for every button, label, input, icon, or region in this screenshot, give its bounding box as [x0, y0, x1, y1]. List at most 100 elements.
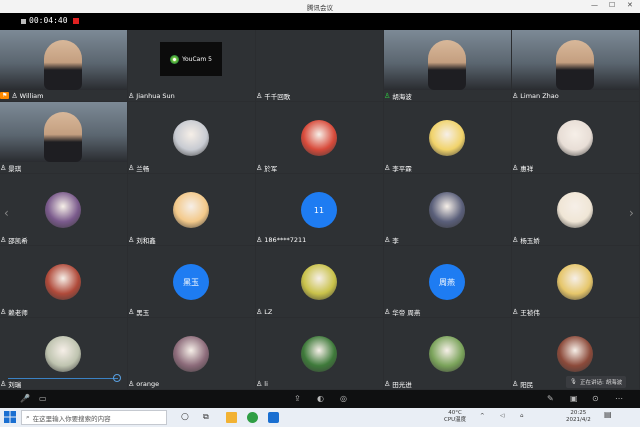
- participant-name: Jianhua Sun: [136, 91, 175, 100]
- participant-tile[interactable]: ♙ 赖老师: [0, 246, 127, 317]
- participant-namebar: ♙ 杨玉娇: [512, 234, 543, 245]
- participant-name: li: [264, 379, 268, 388]
- participant-name: 胡海波: [392, 92, 412, 101]
- mic-muted-icon: ♙: [512, 235, 519, 244]
- participant-name: 李平霖: [392, 164, 412, 173]
- participant-name: 阳民: [520, 380, 534, 389]
- participant-tile[interactable]: YouCam 5 ♙ Jianhua Sun: [128, 30, 255, 101]
- host-badge-icon: ⚑: [0, 92, 10, 99]
- network-icon[interactable]: ⌂: [520, 413, 524, 420]
- members-icon[interactable]: ◐: [317, 394, 324, 403]
- avatar: [429, 336, 465, 372]
- taskbar-search-box[interactable]: ⌕ 在这里输入你要搜索的内容: [21, 410, 167, 425]
- youcam-icon: [170, 54, 180, 64]
- mute-mic-icon[interactable]: 🎤: [20, 394, 30, 403]
- participant-name: 黑玉: [136, 308, 150, 317]
- notification-icon[interactable]: ▤: [604, 411, 612, 419]
- text-avatar: 11: [301, 192, 337, 228]
- tray-overflow-icon[interactable]: ^: [480, 413, 485, 420]
- participant-tile[interactable]: ♙ 兰畅: [128, 102, 255, 173]
- previous-page-icon[interactable]: ‹: [4, 206, 9, 220]
- participant-name: 王祯伟: [520, 308, 540, 317]
- task-view-icon[interactable]: ⧉: [203, 412, 214, 423]
- participant-tile[interactable]: ♙ LZ: [256, 246, 383, 317]
- participant-tile[interactable]: ♙ orange: [128, 318, 255, 389]
- participant-tile[interactable]: ♙ 杨玉娇: [512, 174, 639, 245]
- participant-tile[interactable]: 11 ♙ 186****7211: [256, 174, 383, 245]
- avatar: [429, 120, 465, 156]
- record-icon[interactable]: ⊙: [592, 394, 599, 403]
- participant-tile[interactable]: ♙ 胡海波: [384, 30, 511, 101]
- windows-taskbar: ⌕ 在这里输入你要搜索的内容 ○ ⧉ 40°C CPU温度 ^ ◁ ⌂ 20:2…: [0, 408, 640, 427]
- meeting-app-icon[interactable]: [268, 412, 279, 423]
- participant-namebar: ♙ Liman Zhao: [512, 90, 562, 101]
- participant-name: 田光进: [392, 380, 412, 389]
- browser-icon[interactable]: [247, 412, 258, 423]
- mic-muted-icon: ♙: [256, 91, 263, 100]
- avatar: [45, 336, 81, 372]
- search-icon: ⌕: [26, 413, 30, 421]
- participant-tile[interactable]: ⚑ ♙ William: [0, 30, 127, 101]
- participant-video: [512, 30, 639, 90]
- avatar: [173, 120, 209, 156]
- mic-muted-icon: ♙: [256, 235, 263, 244]
- minimize-icon[interactable]: —: [591, 1, 598, 9]
- participant-name: Liman Zhao: [520, 91, 559, 100]
- participant-name: 惠祥: [520, 164, 534, 173]
- participant-tile[interactable]: ♙ 千千回歌: [256, 30, 383, 101]
- more-icon[interactable]: ⋯: [615, 394, 623, 403]
- participant-namebar: ♙ Jianhua Sun: [128, 90, 178, 101]
- participant-tile[interactable]: ♙ Liman Zhao: [512, 30, 639, 101]
- windows-start-icon[interactable]: [4, 411, 16, 423]
- mic-muted-icon: ♙: [0, 235, 7, 244]
- participant-namebar: ♙ li: [256, 378, 271, 389]
- participant-tile[interactable]: 黑玉 ♙ 黑玉: [128, 246, 255, 317]
- share-screen-icon[interactable]: ⇪: [294, 394, 301, 403]
- participant-tile[interactable]: ♙ 李平霖: [384, 102, 511, 173]
- cpu-temperature-label: CPU温度: [444, 417, 467, 423]
- meeting-status-bar: 00:04:40: [0, 13, 640, 30]
- participant-name: 赖老师: [8, 308, 28, 317]
- participant-name: 杨玉娇: [520, 236, 540, 245]
- participant-namebar: ♙ 惠祥: [512, 162, 536, 173]
- participant-tile[interactable]: ♙ li: [256, 318, 383, 389]
- taskbar-clock[interactable]: 20:25 2021/4/2: [566, 410, 591, 424]
- avatar: [301, 120, 337, 156]
- participant-tile[interactable]: ♙ 刘和鑫: [128, 174, 255, 245]
- participant-name: 景琪: [8, 164, 22, 173]
- speaking-indicator: 🎙 正在讲话: 胡海波: [566, 376, 627, 388]
- cortana-icon[interactable]: ○: [181, 412, 192, 423]
- mic-muted-icon: ♙: [128, 235, 135, 244]
- close-icon[interactable]: ✕: [627, 1, 633, 9]
- file-explorer-icon[interactable]: [226, 412, 237, 423]
- participant-tile[interactable]: ♙ 邵凯希: [0, 174, 127, 245]
- participant-namebar: ♙ 於军: [256, 162, 280, 173]
- avatar: [557, 336, 593, 372]
- participant-tile[interactable]: 周燕 ♙ 华帝 周燕: [384, 246, 511, 317]
- avatar: [301, 264, 337, 300]
- next-page-icon[interactable]: ›: [629, 206, 634, 220]
- window-title: 腾讯会议: [307, 4, 333, 12]
- participant-tile[interactable]: ♙ 景琪: [0, 102, 127, 173]
- participant-namebar: ♙ 田光进: [384, 378, 415, 389]
- layout-icon[interactable]: ▣: [570, 394, 578, 403]
- recording-icon[interactable]: [73, 18, 79, 24]
- participant-tile[interactable]: ♙ 王祯伟: [512, 246, 639, 317]
- participant-namebar: ♙ 李: [384, 234, 402, 245]
- participant-tile[interactable]: ♙ 惠祥: [512, 102, 639, 173]
- window-titlebar: 腾讯会议 — ☐ ✕: [0, 0, 640, 13]
- camera-icon[interactable]: ▭: [39, 394, 47, 403]
- participant-tile[interactable]: ♙ 田光进: [384, 318, 511, 389]
- participant-tile[interactable]: ♙ 李: [384, 174, 511, 245]
- participant-tile[interactable]: ♙ 於军: [256, 102, 383, 173]
- participant-figure: [556, 40, 594, 90]
- maximize-icon[interactable]: ☐: [609, 1, 615, 9]
- text-avatar: 黑玉: [173, 264, 209, 300]
- volume-icon[interactable]: ◁: [500, 413, 504, 420]
- search-placeholder: 在这里输入你要搜索的内容: [32, 414, 111, 423]
- participant-grid: ⚑ ♙ William YouCam 5 ♙ Jianhua Sun ♙ 千千回歌 ♙ 胡海波 ♙ L…: [0, 30, 640, 390]
- edit-icon[interactable]: ✎: [547, 394, 554, 403]
- text-avatar: 周燕: [429, 264, 465, 300]
- list-scroll-handle[interactable]: [113, 374, 121, 382]
- chat-icon[interactable]: ◎: [340, 394, 347, 403]
